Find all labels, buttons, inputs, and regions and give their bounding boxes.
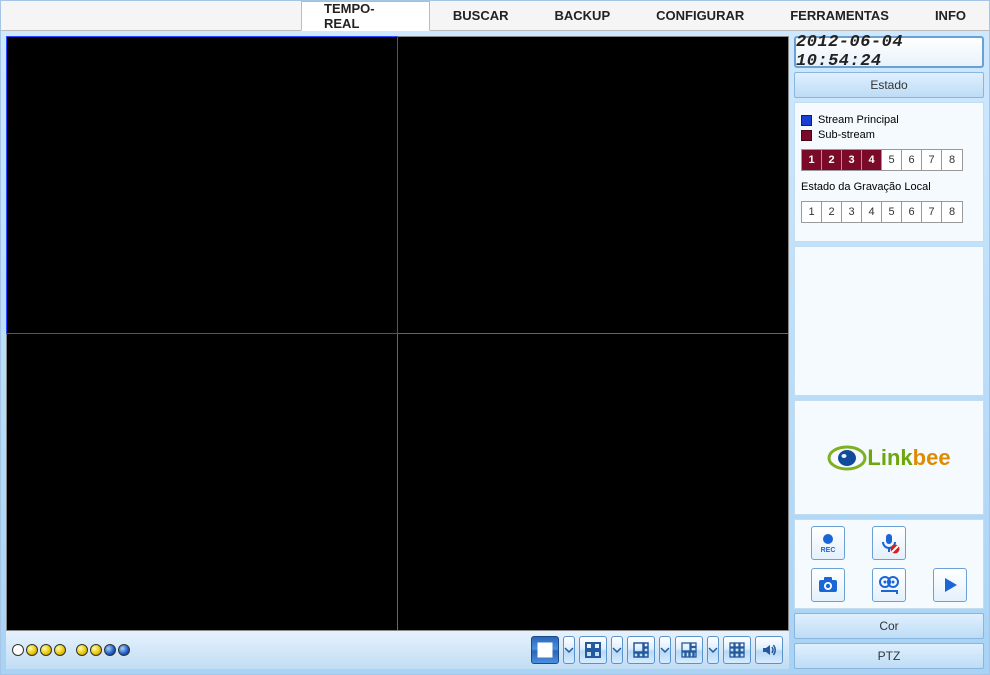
grid-1plus5-icon: [632, 641, 650, 659]
mic-disabled-icon: [878, 532, 900, 554]
stream-channel-8[interactable]: 8: [942, 150, 962, 170]
sidebar-spacer: [794, 246, 984, 396]
camera-icon: [817, 574, 839, 596]
video-grid: [6, 36, 789, 631]
rec-channel-8[interactable]: 8: [942, 202, 962, 222]
rec-channel-4[interactable]: 4: [862, 202, 882, 222]
ptz-header[interactable]: PTZ: [794, 643, 984, 669]
estado-header[interactable]: Estado: [794, 72, 984, 98]
main-area: 2012-06-04 10:54:24 Estado Stream Princi…: [1, 31, 989, 674]
legend-sub: Sub-stream: [801, 129, 977, 141]
tab-backup[interactable]: BACKUP: [532, 1, 634, 30]
dot-1: [12, 644, 24, 656]
stream-channel-7[interactable]: 7: [922, 150, 942, 170]
stream-channel-1[interactable]: 1: [802, 150, 822, 170]
layout-1x1-dropdown[interactable]: [563, 636, 575, 664]
grid-2x2-icon: [584, 641, 602, 659]
rec-channel-7[interactable]: 7: [922, 202, 942, 222]
cor-header[interactable]: Cor: [794, 613, 984, 639]
chevron-down-icon: [708, 641, 718, 659]
tab-info[interactable]: INFO: [912, 1, 989, 30]
playback-button[interactable]: [872, 568, 906, 602]
bottom-toolbar: [6, 631, 789, 669]
rec-channel-2[interactable]: 2: [822, 202, 842, 222]
dot-4: [54, 644, 66, 656]
layout-2x2-button[interactable]: [579, 636, 607, 664]
chevron-down-icon: [660, 641, 670, 659]
dot-3: [40, 644, 52, 656]
layout-1x1-button[interactable]: [531, 636, 559, 664]
stream-channel-2[interactable]: 2: [822, 150, 842, 170]
audio-button[interactable]: [755, 636, 783, 664]
video-cell-4[interactable]: [398, 334, 788, 630]
brand-logo: Linkbee: [794, 400, 984, 515]
datetime-display: 2012-06-04 10:54:24: [794, 36, 984, 68]
legend-main: Stream Principal: [801, 114, 977, 126]
rec-channel-3[interactable]: 3: [842, 202, 862, 222]
dot-8: [118, 644, 130, 656]
chevron-down-icon: [612, 641, 622, 659]
rec-icon: REC: [816, 532, 840, 554]
layout-1plus7-button[interactable]: [675, 636, 703, 664]
logo-eye-icon: [827, 445, 867, 471]
status-panel: Stream Principal Sub-stream 1 2 3 4 5 6 …: [794, 102, 984, 242]
play-icon: [939, 574, 961, 596]
rec-channel-5[interactable]: 5: [882, 202, 902, 222]
dot-5: [76, 644, 88, 656]
record-button[interactable]: REC: [811, 526, 845, 560]
film-reel-icon: [878, 574, 900, 596]
stream-channel-4[interactable]: 4: [862, 150, 882, 170]
tab-buscar[interactable]: BUSCAR: [430, 1, 532, 30]
channel-indicator-dots: [12, 644, 130, 656]
layout-1plus7-dropdown[interactable]: [707, 636, 719, 664]
chevron-down-icon: [564, 641, 574, 659]
app-root: TEMPO-REAL BUSCAR BACKUP CONFIGURAR FERR…: [0, 0, 990, 675]
dot-6: [90, 644, 102, 656]
layout-3x3-button[interactable]: [723, 636, 751, 664]
tab-tempo-real[interactable]: TEMPO-REAL: [301, 1, 430, 31]
recording-status-label: Estado da Gravação Local: [801, 181, 977, 193]
video-cell-3[interactable]: [7, 334, 397, 630]
left-column: [6, 36, 789, 669]
stream-channel-grid: 1 2 3 4 5 6 7 8: [801, 149, 963, 171]
square-icon: [536, 641, 554, 659]
right-sidebar: 2012-06-04 10:54:24 Estado Stream Princi…: [794, 36, 984, 669]
video-cell-2[interactable]: [398, 37, 788, 333]
play-all-button[interactable]: [933, 568, 967, 602]
control-panel: REC: [794, 519, 984, 609]
stream-channel-3[interactable]: 3: [842, 150, 862, 170]
layout-2x2-dropdown[interactable]: [611, 636, 623, 664]
grid-3x3-icon: [728, 641, 746, 659]
brand-text: Linkbee: [867, 445, 950, 471]
snapshot-button[interactable]: [811, 568, 845, 602]
stream-channel-6[interactable]: 6: [902, 150, 922, 170]
svg-text:REC: REC: [820, 547, 835, 554]
speaker-icon: [760, 641, 778, 659]
layout-1plus5-button[interactable]: [627, 636, 655, 664]
grid-1plus7-icon: [680, 641, 698, 659]
layout-1plus5-dropdown[interactable]: [659, 636, 671, 664]
swatch-sub-icon: [801, 130, 812, 141]
tab-ferramentas[interactable]: FERRAMENTAS: [767, 1, 912, 30]
swatch-main-icon: [801, 115, 812, 126]
layout-button-group: [531, 636, 783, 664]
tab-bar: TEMPO-REAL BUSCAR BACKUP CONFIGURAR FERR…: [1, 1, 989, 31]
rec-channel-1[interactable]: 1: [802, 202, 822, 222]
dot-7: [104, 644, 116, 656]
video-cell-1[interactable]: [6, 36, 398, 334]
stream-channel-5[interactable]: 5: [882, 150, 902, 170]
dot-2: [26, 644, 38, 656]
legend-sub-label: Sub-stream: [818, 129, 875, 141]
talk-disabled-button[interactable]: [872, 526, 906, 560]
legend-main-label: Stream Principal: [818, 114, 899, 126]
tab-configurar[interactable]: CONFIGURAR: [633, 1, 767, 30]
recording-channel-grid: 1 2 3 4 5 6 7 8: [801, 201, 963, 223]
rec-channel-6[interactable]: 6: [902, 202, 922, 222]
